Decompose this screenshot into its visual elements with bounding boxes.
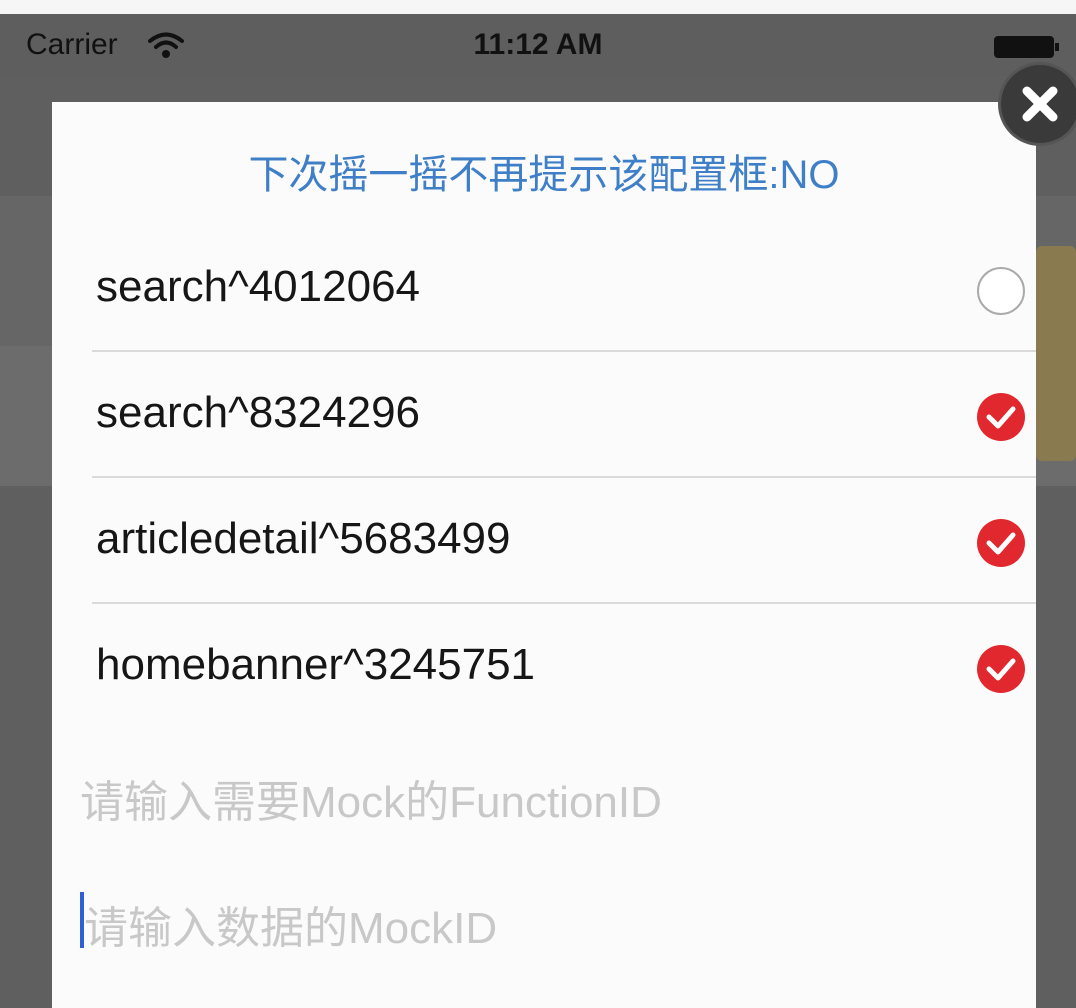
- status-time: 11:12 AM: [473, 28, 603, 61]
- battery-icon: [994, 36, 1059, 58]
- mock-id-input[interactable]: 请输入数据的MockID: [84, 892, 497, 956]
- close-button[interactable]: [998, 62, 1076, 146]
- checkmark-circle-icon[interactable]: [976, 392, 1026, 442]
- empty-circle-icon[interactable]: [976, 266, 1026, 316]
- item-label: articledetail^5683499: [96, 514, 511, 563]
- item-label: search^4012064: [96, 262, 421, 311]
- checkmark-circle-icon[interactable]: [976, 644, 1026, 694]
- function-id-input[interactable]: 请输入需要Mock的FunctionID: [80, 766, 662, 830]
- mock-config-dialog: 下次摇一摇不再提示该配置框:NO search^4012064 search^8…: [52, 102, 1036, 1008]
- status-bar: Carrier 11:12 AM: [0, 14, 1076, 76]
- close-icon: [1022, 86, 1058, 122]
- item-label: homebanner^3245751: [96, 640, 536, 689]
- background-thumbnail: [1036, 246, 1076, 461]
- item-label: search^8324296: [96, 388, 421, 437]
- list-item[interactable]: homebanner^3245751: [92, 604, 1036, 730]
- list-item[interactable]: search^4012064: [92, 226, 1036, 352]
- dialog-title[interactable]: 下次摇一摇不再提示该配置框:NO: [52, 142, 1036, 200]
- list-item[interactable]: articledetail^5683499: [92, 478, 1036, 604]
- checkmark-circle-icon[interactable]: [976, 518, 1026, 568]
- list-item[interactable]: search^8324296: [92, 352, 1036, 478]
- top-strip: [0, 0, 1076, 14]
